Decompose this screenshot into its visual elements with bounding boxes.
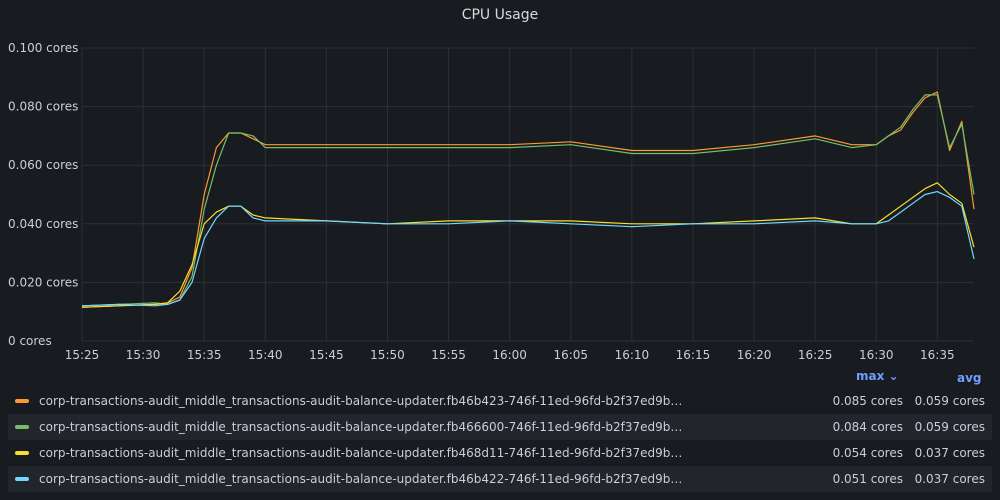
legend-max-value: 0.054 cores <box>832 446 903 460</box>
y-tick-label: 0.080 cores <box>8 100 78 114</box>
x-tick-label: 16:20 <box>737 348 772 360</box>
legend-row[interactable]: corp-transactions-audit_middle_transacti… <box>8 414 992 440</box>
x-tick-label: 15:55 <box>431 348 466 360</box>
series-color-swatch <box>15 451 29 455</box>
y-axis: 0 cores 0.020 cores 0.040 cores 0.060 cores… <box>8 41 78 348</box>
legend-series-name[interactable]: corp-transactions-audit_middle_transacti… <box>39 466 689 492</box>
y-tick-label: 0.060 cores <box>8 158 78 172</box>
y-tick-label: 0.040 cores <box>8 217 78 231</box>
x-tick-label: 16:15 <box>676 348 711 360</box>
series-line <box>81 191 975 307</box>
legend-row[interactable]: corp-transactions-audit_middle_transacti… <box>8 466 992 492</box>
x-tick-label: 16:35 <box>920 348 955 360</box>
chart-series <box>81 91 975 308</box>
x-tick-label: 15:50 <box>370 348 405 360</box>
legend-series-name[interactable]: corp-transactions-audit_middle_transacti… <box>39 388 689 414</box>
y-tick-label: 0 cores <box>8 334 52 348</box>
legend: corp-transactions-audit_middle_transacti… <box>8 388 992 492</box>
x-tick-label: 15:45 <box>309 348 344 360</box>
legend-max-value: 0.085 cores <box>832 394 903 408</box>
x-tick-label: 15:30 <box>126 348 161 360</box>
series-color-swatch <box>15 477 29 481</box>
legend-max-value: 0.051 cores <box>832 472 903 486</box>
legend-avg-value: 0.037 cores <box>914 472 985 486</box>
legend-series-name[interactable]: corp-transactions-audit_middle_transacti… <box>39 414 689 440</box>
series-line <box>81 91 975 308</box>
chart-grid <box>81 47 974 342</box>
legend-avg-value: 0.059 cores <box>914 394 985 408</box>
legend-max-header[interactable]: max ⌄ <box>856 369 899 383</box>
x-tick-label: 16:10 <box>615 348 650 360</box>
legend-avg-header[interactable]: avg <box>957 371 982 385</box>
y-tick-label: 0.020 cores <box>8 275 78 289</box>
legend-header: max ⌄ avg <box>0 369 1000 387</box>
series-line <box>81 182 975 308</box>
y-tick-label: 0.100 cores <box>8 41 78 55</box>
legend-row[interactable]: corp-transactions-audit_middle_transacti… <box>8 388 992 414</box>
legend-row[interactable]: corp-transactions-audit_middle_transacti… <box>8 440 992 466</box>
x-tick-label: 16:00 <box>492 348 527 360</box>
legend-max-value: 0.084 cores <box>832 420 903 434</box>
series-line <box>81 94 975 307</box>
x-axis: 15:25 15:30 15:35 15:40 15:45 15:50 15:55 16:00… <box>65 348 955 360</box>
x-tick-label: 15:40 <box>248 348 283 360</box>
cpu-usage-chart[interactable]: 0 cores 0.020 cores 0.040 cores 0.060 cores… <box>0 0 1000 360</box>
legend-series-name[interactable]: corp-transactions-audit_middle_transacti… <box>39 440 689 466</box>
x-tick-label: 15:25 <box>65 348 100 360</box>
series-color-swatch <box>15 425 29 429</box>
x-tick-label: 16:05 <box>553 348 588 360</box>
x-tick-label: 15:35 <box>187 348 222 360</box>
series-color-swatch <box>15 399 29 403</box>
legend-avg-value: 0.037 cores <box>914 446 985 460</box>
x-tick-label: 16:25 <box>798 348 833 360</box>
legend-avg-value: 0.059 cores <box>914 420 985 434</box>
x-tick-label: 16:30 <box>859 348 894 360</box>
